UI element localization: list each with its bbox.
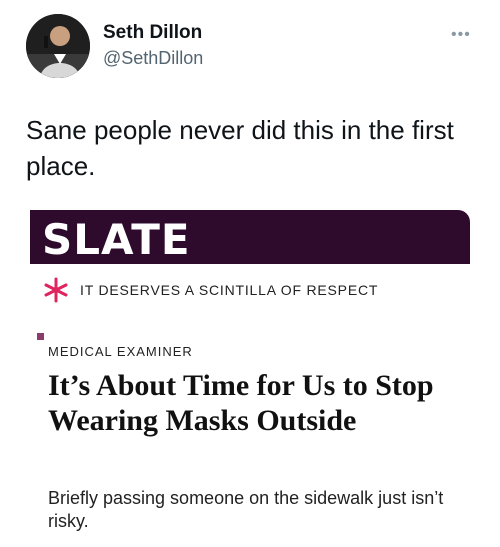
article-headline[interactable]: It’s About Time for Us to Stop Wearing M… xyxy=(48,368,468,438)
author-display-name[interactable]: Seth Dillon xyxy=(103,22,202,44)
author-avatar[interactable] xyxy=(26,14,90,78)
section-label: MEDICAL EXAMINER xyxy=(48,344,193,359)
slate-logo: SLATE xyxy=(42,215,191,264)
avatar-image xyxy=(26,14,90,78)
more-options-icon[interactable]: ••• xyxy=(451,26,471,44)
author-handle[interactable]: @SethDillon xyxy=(103,48,203,69)
slate-asterisk-icon xyxy=(44,277,68,303)
section-mark-icon xyxy=(37,333,44,340)
tweet-text: Sane people never did this in the first … xyxy=(26,115,454,181)
tagline-row: IT DESERVES A SCINTILLA OF RESPECT xyxy=(42,276,378,304)
tagline: IT DESERVES A SCINTILLA OF RESPECT xyxy=(80,282,379,298)
article-dek: Briefly passing someone on the sidewalk … xyxy=(48,488,444,531)
